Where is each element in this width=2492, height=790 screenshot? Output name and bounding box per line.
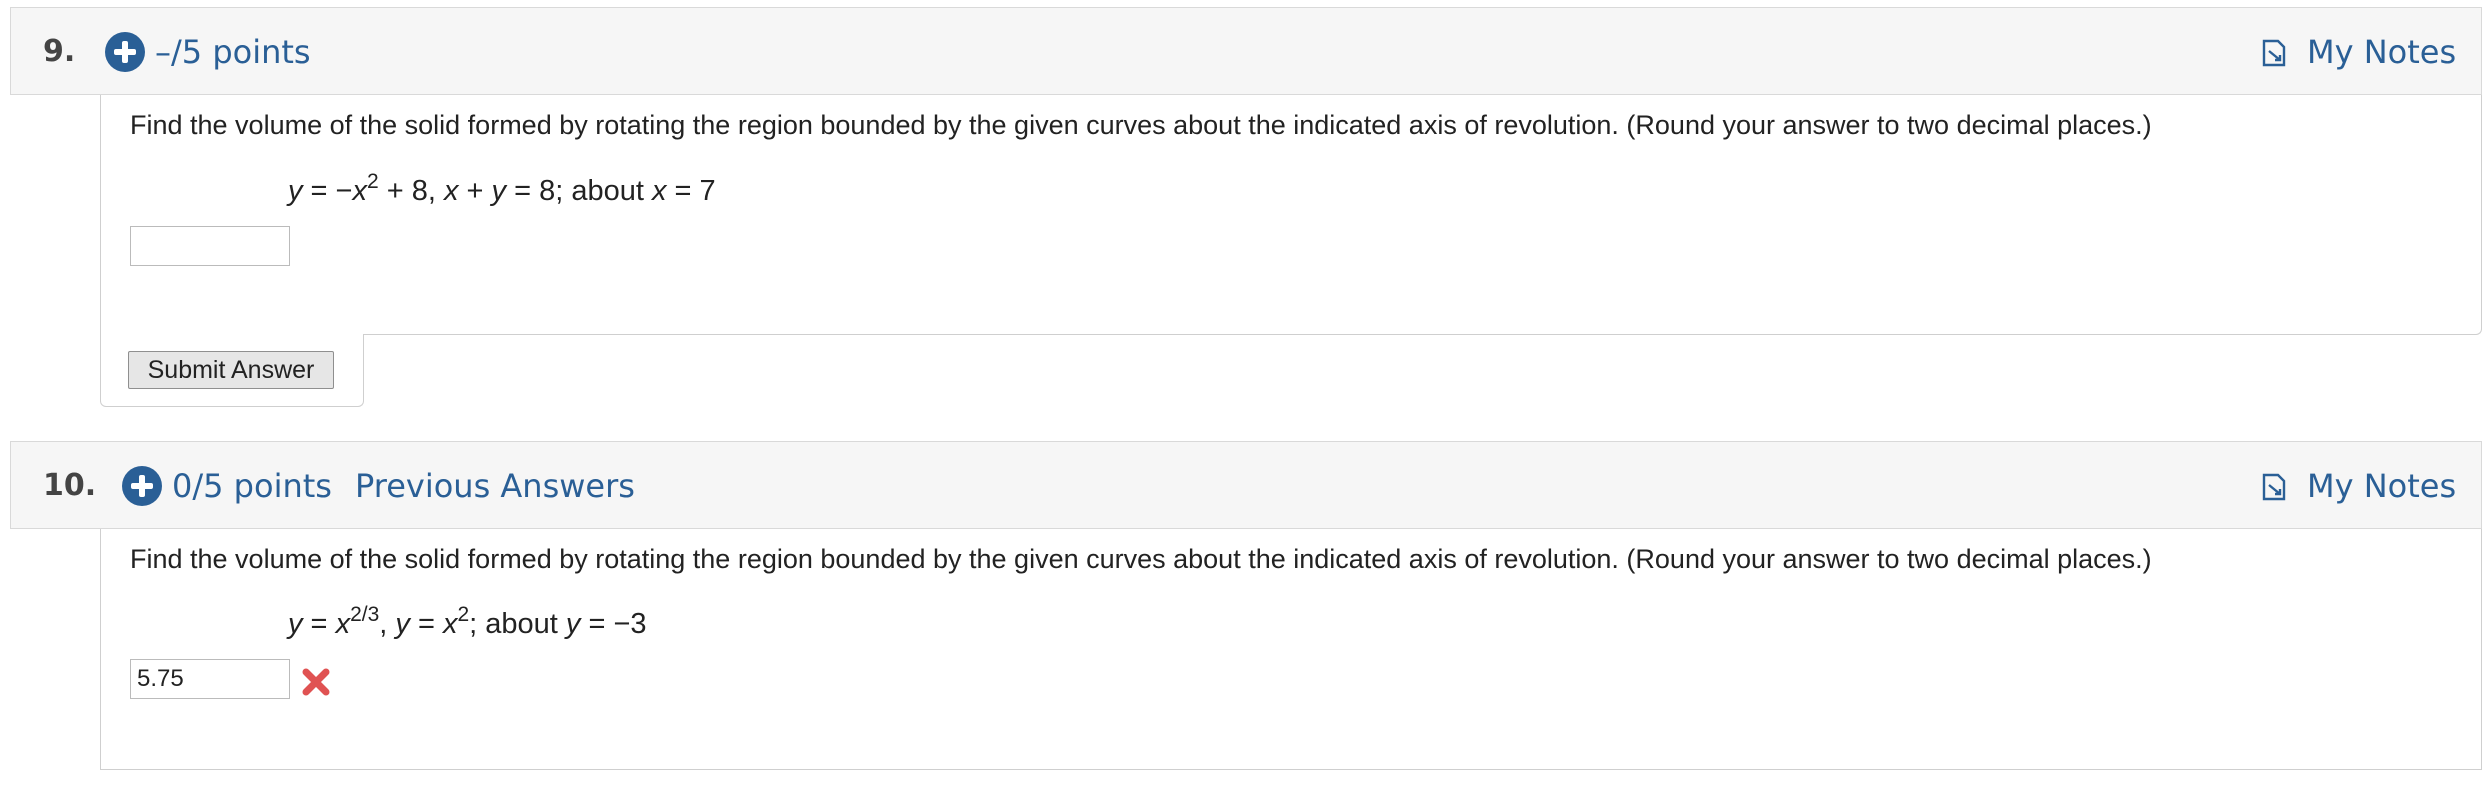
notes-icon (2262, 473, 2286, 501)
my-notes-link[interactable]: My Notes (2241, 442, 2481, 530)
my-notes-link[interactable]: My Notes (2241, 8, 2481, 96)
previous-answers-link[interactable]: Previous Answers (355, 442, 635, 530)
submit-answer-button[interactable]: Submit Answer (128, 351, 334, 389)
question-10-header: 10. 0/5 points Previous Answers My Notes (10, 441, 2482, 529)
question-equation: y = x2/3, y = x2; about y = −3 (288, 603, 647, 640)
question-number: 9. (43, 34, 76, 69)
points-link[interactable]: 0/5 points (172, 442, 332, 530)
question-prompt: Find the volume of the solid formed by r… (130, 110, 2152, 140)
plus-circle-icon[interactable] (105, 32, 145, 72)
my-notes-label: My Notes (2307, 33, 2457, 71)
my-notes-label: My Notes (2307, 467, 2457, 505)
answer-input[interactable] (130, 226, 290, 266)
points-link[interactable]: –/5 points (155, 8, 311, 96)
question-prompt: Find the volume of the solid formed by r… (130, 544, 2152, 574)
notes-icon (2262, 39, 2286, 67)
question-equation: y = −x2 + 8, x + y = 8; about x = 7 (288, 170, 716, 207)
answer-input[interactable] (130, 659, 290, 699)
plus-circle-icon[interactable] (122, 466, 162, 506)
x-mark-icon (302, 668, 330, 696)
question-number: 10. (43, 468, 97, 503)
question-9-header: 9. –/5 points My Notes (10, 7, 2482, 95)
